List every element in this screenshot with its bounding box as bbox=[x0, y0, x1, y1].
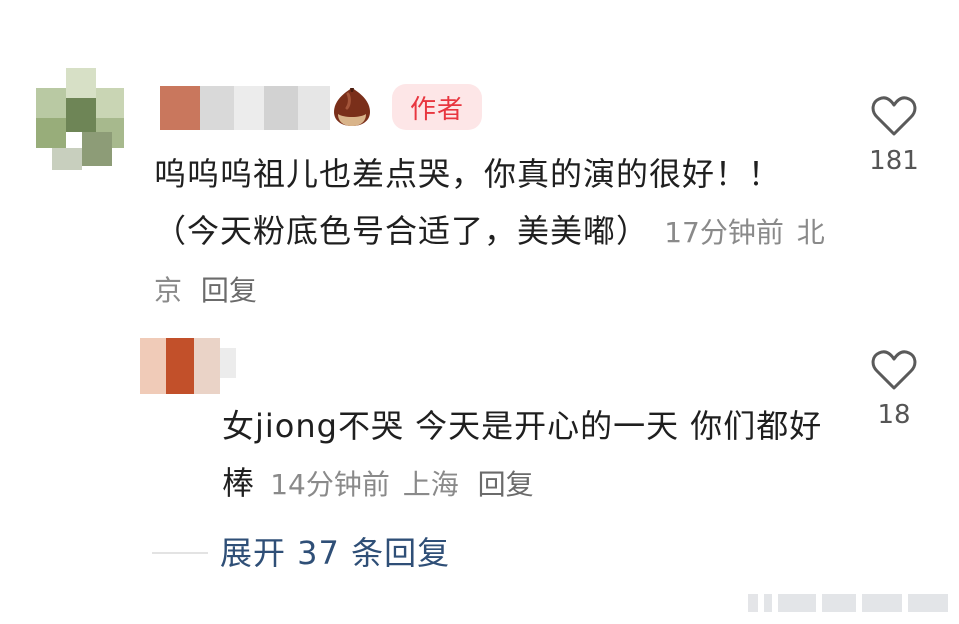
main-comment-body[interactable]: 呜呜呜祖儿也差点哭，你真的演的很好！！（今天粉底色号合适了，美美嘟） 17分钟前… bbox=[154, 146, 834, 319]
main-comment-reply-link[interactable]: 回复 bbox=[201, 274, 257, 307]
reply-comment-like-button[interactable]: 18 bbox=[854, 348, 934, 430]
expand-replies-link[interactable]: 展开 37 条回复 bbox=[220, 528, 450, 574]
author-badge: 作者 bbox=[392, 84, 482, 130]
reply-comment-location: 上海 bbox=[402, 468, 459, 501]
chestnut-icon bbox=[334, 88, 370, 126]
reply-comment-reply-link[interactable]: 回复 bbox=[478, 468, 534, 501]
reply-commenter-avatar[interactable] bbox=[140, 338, 220, 394]
reply-comment-like-count: 18 bbox=[877, 400, 911, 430]
reply-comment-body[interactable]: 女jiong不哭 今天是开心的一天 你们都好棒 14分钟前 上海 回复 bbox=[222, 398, 842, 513]
heart-outline-icon bbox=[871, 96, 917, 136]
commenter-name-blurred[interactable] bbox=[160, 86, 330, 130]
heart-outline-icon bbox=[871, 350, 917, 390]
main-comment-like-count: 181 bbox=[869, 146, 919, 176]
commenter-avatar[interactable] bbox=[36, 68, 124, 176]
watermark-logo bbox=[748, 588, 952, 616]
reply-comment-time: 14分钟前 bbox=[270, 468, 390, 501]
main-comment-like-button[interactable]: 181 bbox=[854, 94, 934, 176]
reply-commenter-name-blurred[interactable] bbox=[220, 348, 236, 378]
expand-divider bbox=[152, 552, 208, 554]
main-comment-time: 17分钟前 bbox=[664, 216, 784, 249]
